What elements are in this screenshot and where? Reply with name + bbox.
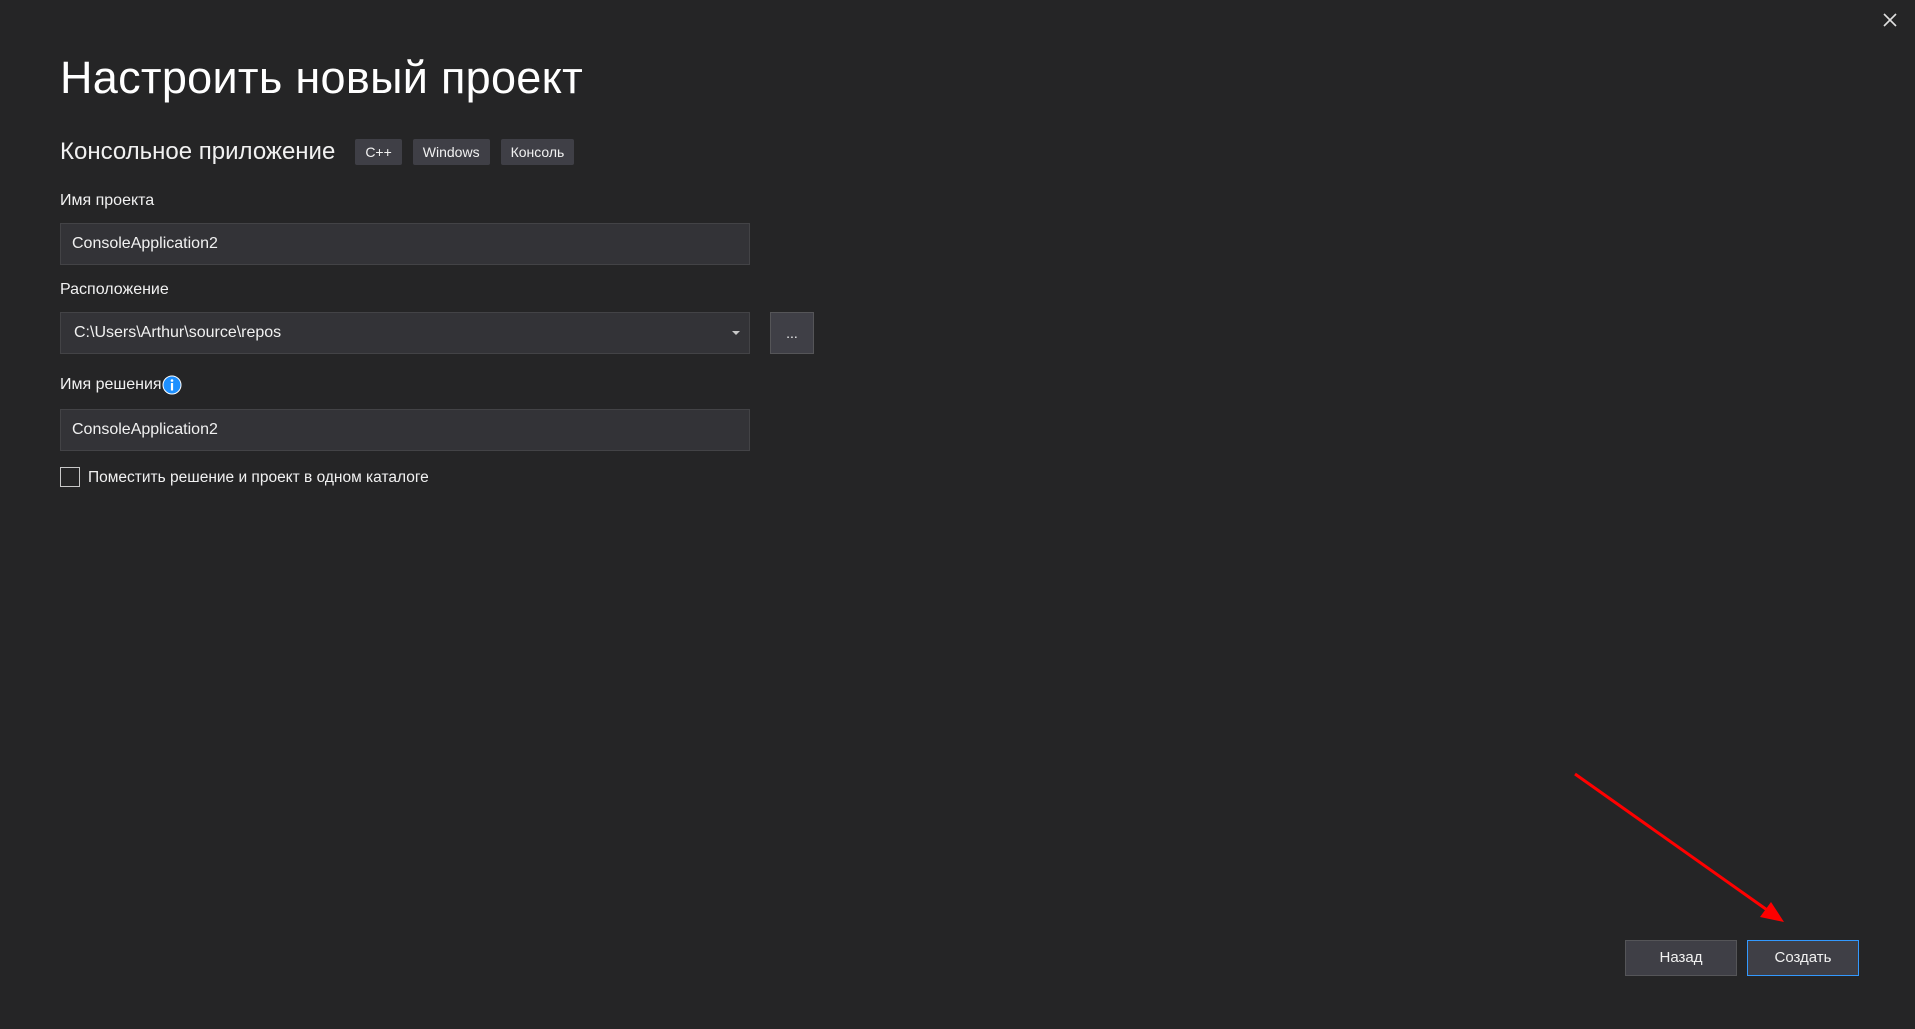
location-combobox[interactable]: C:\Users\Arthur\source\repos	[60, 312, 750, 354]
solution-name-label: Имя решения	[60, 376, 162, 393]
close-icon[interactable]	[1880, 10, 1900, 30]
template-name: Консольное приложение	[60, 138, 336, 165]
template-header: Консольное приложение C++ Windows Консол…	[60, 138, 585, 166]
info-icon[interactable]	[162, 375, 182, 395]
same-directory-label[interactable]: Поместить решение и проект в одном катал…	[88, 469, 429, 487]
project-name-label: Имя проекта	[60, 192, 155, 209]
project-name-value: ConsoleApplication2	[72, 235, 218, 252]
project-name-input[interactable]: ConsoleApplication2	[60, 223, 750, 265]
chevron-down-icon[interactable]	[729, 313, 743, 353]
tag-platform: Windows	[412, 139, 490, 165]
location-label: Расположение	[60, 281, 169, 298]
tag-language: C++	[355, 139, 402, 165]
same-directory-checkbox[interactable]	[60, 467, 80, 487]
page-title: Настроить новый проект	[60, 52, 584, 103]
tag-project-type: Консоль	[500, 139, 575, 165]
location-value: C:\Users\Arthur\source\repos	[74, 324, 282, 341]
solution-name-input[interactable]: ConsoleApplication2	[60, 409, 750, 451]
back-button[interactable]: Назад	[1625, 940, 1737, 976]
browse-button[interactable]: ...	[770, 312, 814, 354]
solution-name-value: ConsoleApplication2	[72, 421, 218, 438]
create-button[interactable]: Создать	[1747, 940, 1859, 976]
